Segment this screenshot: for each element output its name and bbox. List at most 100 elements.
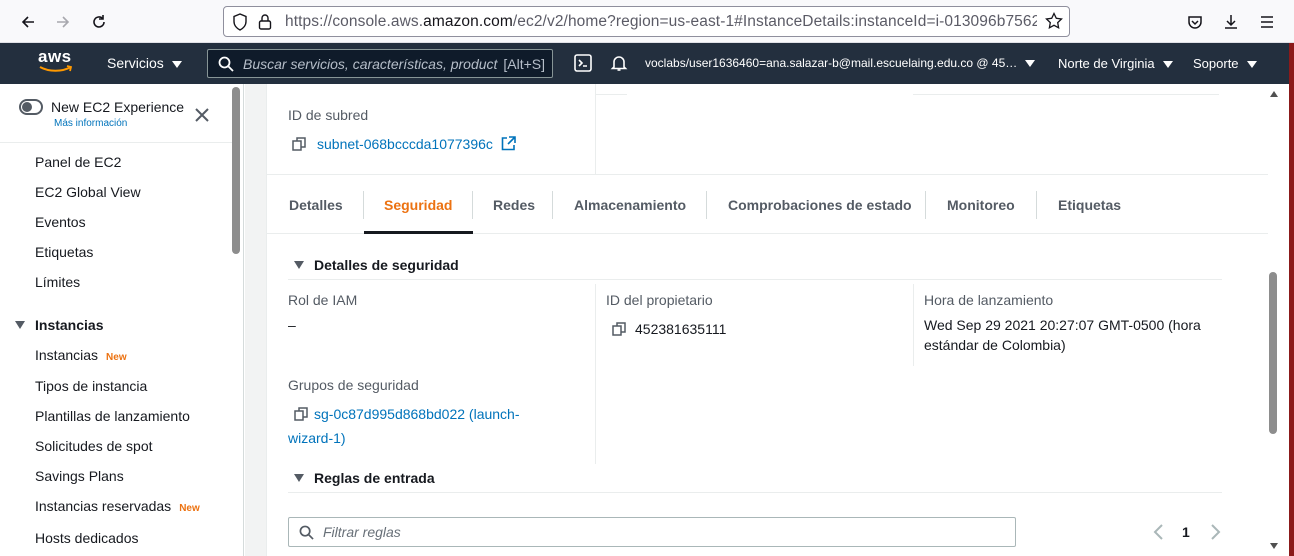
launch-time-label: Hora de lanzamiento (924, 292, 1054, 308)
caret-down-icon (294, 261, 304, 269)
tab-bar: Detalles Seguridad Redes Almacenamiento … (267, 174, 1287, 234)
security-details-header[interactable]: Detalles de seguridad (294, 257, 459, 273)
divider (913, 284, 914, 366)
support-menu[interactable]: Soporte (1193, 56, 1257, 71)
sidebar-item-instances[interactable]: Instancias New (35, 347, 127, 363)
browser-toolbar: https://console.aws.amazon.com/ec2/v2/ho… (0, 0, 1294, 43)
copy-icon[interactable] (612, 322, 626, 336)
tab-separator (925, 191, 926, 219)
tab-tags[interactable]: Etiquetas (1058, 197, 1121, 213)
copy-icon[interactable] (294, 407, 308, 421)
owner-id-label: ID del propietario (606, 292, 713, 308)
instance-details-panel: ID de subred subnet-068bcccda1077396c De… (266, 84, 1288, 556)
lock-icon[interactable] (258, 13, 272, 34)
sidebar-item-global-view[interactable]: EC2 Global View (35, 184, 141, 200)
tab-storage[interactable]: Almacenamiento (574, 197, 686, 213)
aws-search-input[interactable]: Buscar servicios, características, produ… (207, 49, 553, 78)
iam-role-label: Rol de IAM (288, 292, 358, 308)
more-info-link[interactable]: Más información (54, 118, 127, 129)
active-tab-indicator (364, 231, 473, 234)
security-group-link-2[interactable]: wizard-1) (288, 430, 346, 446)
services-menu[interactable]: Servicios (107, 55, 182, 71)
account-menu[interactable]: voclabs/user1636460=ana.salazar-b@mail.e… (645, 56, 1036, 70)
menu-icon[interactable] (1254, 9, 1280, 35)
address-bar[interactable]: https://console.aws.amazon.com/ec2/v2/ho… (223, 6, 1070, 37)
tab-separator (1036, 191, 1037, 219)
tab-monitoring[interactable]: Monitoreo (947, 197, 1015, 213)
sidebar-item-instance-types[interactable]: Tipos de instancia (35, 378, 147, 394)
divider (0, 142, 232, 143)
sidebar-item-dedicated-hosts[interactable]: Hosts dedicados (35, 530, 139, 546)
tab-separator (472, 191, 473, 219)
notifications-bell-icon[interactable] (610, 54, 628, 75)
search-shortcut: [Alt+S] (503, 56, 545, 72)
filter-placeholder: Filtrar reglas (323, 524, 401, 540)
forward-arrow-icon[interactable] (50, 9, 76, 35)
external-link-icon[interactable] (501, 136, 516, 151)
caret-down-icon (294, 474, 304, 482)
aws-top-nav: aws Servicios Buscar servicios, caracter… (0, 43, 1294, 84)
sidebar-item-events[interactable]: Eventos (35, 214, 86, 230)
caret-down-icon (15, 321, 25, 329)
search-placeholder: Buscar servicios, características, produ… (243, 56, 498, 72)
region-menu[interactable]: Norte de Virginia (1058, 56, 1173, 71)
sidebar-item-spot-requests[interactable]: Solicitudes de spot (35, 438, 153, 454)
aws-logo[interactable]: aws (38, 48, 74, 73)
sidebar-item-reserved-instances[interactable]: Instancias reservadas New (35, 498, 200, 514)
tab-security[interactable]: Seguridad (384, 197, 452, 213)
new-badge: New (106, 352, 127, 363)
iam-role-value: – (288, 317, 296, 333)
divider (595, 84, 596, 174)
launch-time-value-1: Wed Sep 29 2021 20:27:07 GMT-0500 (hora (924, 317, 1201, 333)
owner-id-value: 452381635111 (635, 321, 727, 337)
tab-details[interactable]: Detalles (289, 197, 343, 213)
reload-icon[interactable] (86, 9, 112, 35)
sidebar-group-instances[interactable]: Instancias (15, 317, 103, 333)
shield-icon[interactable] (232, 13, 248, 34)
tab-separator (363, 191, 364, 219)
cloudshell-icon[interactable] (574, 54, 592, 75)
new-badge: New (179, 503, 200, 514)
scroll-up-icon[interactable] (1269, 90, 1279, 98)
tab-separator (706, 191, 707, 219)
sidebar-item-tags[interactable]: Etiquetas (35, 244, 93, 260)
main-content: ID de subred subnet-068bcccda1077396c De… (245, 84, 1294, 556)
new-experience-toggle[interactable] (19, 99, 43, 115)
page-number[interactable]: 1 (1182, 524, 1190, 540)
sidebar-item-limits[interactable]: Límites (35, 274, 80, 290)
security-groups-label: Grupos de seguridad (288, 377, 419, 393)
divider (595, 284, 596, 464)
launch-time-value-2: estándar de Colombia) (924, 337, 1066, 353)
bookmark-star-icon[interactable] (1045, 11, 1063, 33)
sidebar-item-launch-templates[interactable]: Plantillas de lanzamiento (35, 408, 190, 424)
divider (288, 279, 1222, 280)
copy-icon[interactable] (292, 137, 306, 151)
sidebar-item-ec2-dashboard[interactable]: Panel de EC2 (35, 154, 121, 170)
tab-networking[interactable]: Redes (493, 197, 535, 213)
new-experience-label: New EC2 Experience (51, 99, 185, 115)
sidebar-item-savings-plans[interactable]: Savings Plans (35, 468, 124, 484)
page-scrollbar-thumb[interactable] (1269, 272, 1277, 434)
chevron-right-icon[interactable] (1210, 523, 1222, 541)
caret-down-icon (171, 60, 182, 68)
pocket-icon[interactable] (1182, 9, 1208, 35)
filter-rules-input[interactable]: Filtrar reglas (288, 517, 1016, 547)
back-arrow-icon[interactable] (15, 9, 41, 35)
chevron-left-icon[interactable] (1152, 523, 1164, 541)
search-icon (218, 56, 234, 72)
caret-down-icon (1246, 61, 1257, 69)
security-group-link-1[interactable]: sg-0c87d995d868bd022 (launch- (314, 406, 520, 422)
sidebar-scrollbar[interactable] (232, 87, 240, 254)
inbound-rules-header[interactable]: Reglas de entrada (294, 470, 435, 486)
divider (595, 94, 627, 95)
subnet-label: ID de subred (288, 107, 369, 123)
ec2-sidebar: New EC2 Experience Más información Panel… (0, 84, 244, 556)
divider (913, 94, 1219, 95)
download-icon[interactable] (1218, 9, 1244, 35)
tab-separator (552, 191, 553, 219)
window-edge (1289, 43, 1294, 556)
scroll-down-icon[interactable] (1269, 542, 1279, 550)
tab-status-checks[interactable]: Comprobaciones de estado (728, 197, 912, 213)
subnet-link[interactable]: subnet-068bcccda1077396c (317, 136, 493, 152)
close-icon[interactable] (195, 108, 209, 125)
